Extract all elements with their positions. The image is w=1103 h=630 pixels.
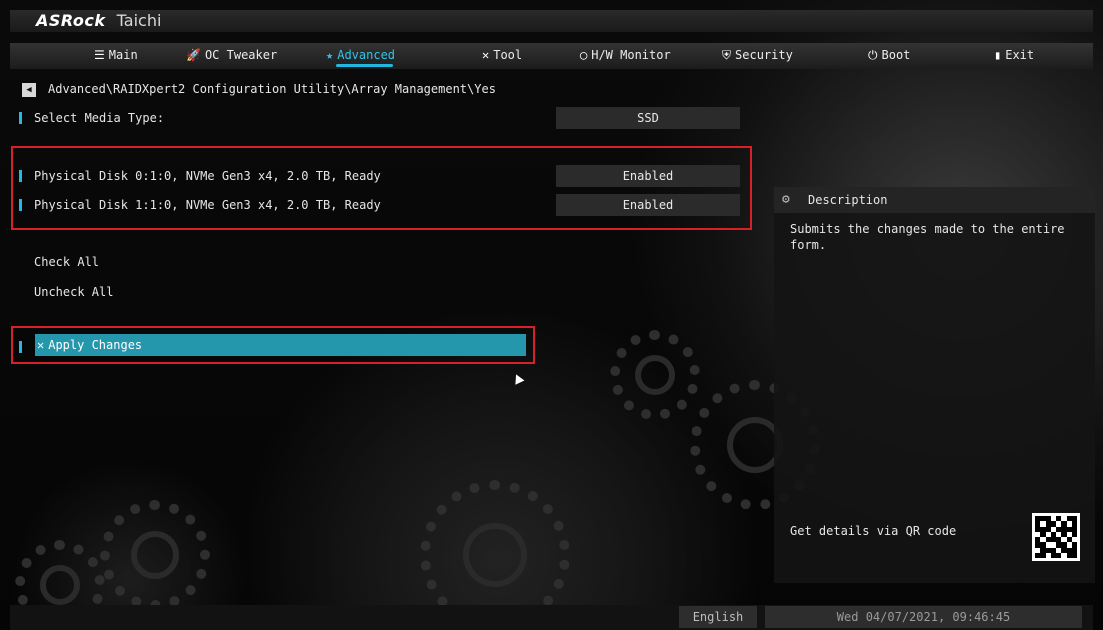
gear-decoration	[100, 500, 210, 610]
disk-highlight-box	[11, 146, 752, 230]
gear-icon: ⚙	[782, 192, 790, 207]
tab-label: OC Tweaker	[204, 48, 278, 62]
tab-advanced[interactable]: ★ Advanced	[326, 43, 395, 69]
exit-icon: ▮	[994, 48, 1002, 62]
check-all-item[interactable]: Check All	[34, 253, 99, 271]
tab-label: H/W Monitor	[591, 48, 671, 62]
tab-tool[interactable]: ✕ Tool	[482, 43, 522, 69]
date-time-display: Wed 04/07/2021, 09:46:45	[765, 606, 1082, 628]
media-type-value[interactable]: SSD	[556, 107, 740, 129]
qr-code-icon[interactable]	[1032, 513, 1080, 561]
tab-hw-monitor[interactable]: ◯ H/W Monitor	[580, 43, 671, 69]
apply-changes-label: Apply Changes	[48, 338, 143, 352]
tools-icon: ✕	[482, 48, 490, 62]
language-button[interactable]: English	[679, 606, 757, 628]
tab-exit[interactable]: ▮ Exit	[994, 43, 1034, 69]
description-panel: ⚙ Description Submits the changes made t…	[774, 187, 1095, 583]
tab-oc-tweaker[interactable]: 🚀 OC Tweaker	[186, 43, 277, 69]
active-tab-underline	[336, 64, 394, 67]
power-icon: ⏻	[868, 48, 878, 62]
tab-label: Exit	[1005, 48, 1035, 62]
tab-label: Boot	[881, 48, 911, 62]
tab-label: Main	[108, 48, 138, 62]
tab-label: Security	[735, 48, 793, 62]
tab-label: Advanced	[337, 48, 396, 62]
gear-decoration	[610, 330, 700, 420]
back-arrow-icon[interactable]: ◀	[22, 82, 36, 97]
disk-0-label: Physical Disk 0:1:0, NVMe Gen3 x4, 2.0 T…	[34, 169, 381, 183]
breadcrumb: ◀ Advanced\RAIDXpert2 Configuration Utili…	[22, 80, 496, 98]
tab-main[interactable]: ☰ Main	[94, 43, 138, 69]
brand-bar: ASRock Taichi	[10, 10, 1093, 32]
row-marker	[19, 112, 22, 124]
disk-1-label: Physical Disk 1:1:0, NVMe Gen3 x4, 2.0 T…	[34, 198, 381, 212]
breadcrumb-path: Advanced\RAIDXpert2 Configuration Utilit…	[48, 82, 496, 96]
rocket-icon: 🚀	[186, 48, 201, 62]
tab-bar: ☰ Main 🚀 OC Tweaker ★ Advanced ✕ Tool ◯ H/W M…	[10, 43, 1093, 69]
tab-security[interactable]: ⛨ Security	[722, 43, 793, 69]
list-icon: ☰	[94, 48, 105, 62]
description-title: Description	[808, 193, 888, 207]
row-marker	[19, 199, 22, 211]
brand-logo: ASRock Taichi	[36, 10, 161, 32]
uncheck-all-item[interactable]: Uncheck All	[34, 283, 113, 301]
monitor-icon: ◯	[580, 48, 588, 62]
disk-1-value[interactable]: Enabled	[556, 194, 740, 216]
brand-name: ASRock	[36, 11, 106, 30]
shield-icon: ⛨	[722, 48, 732, 62]
row-marker	[19, 341, 22, 353]
tab-label: Tool	[493, 48, 523, 62]
brand-model: Taichi	[116, 11, 162, 30]
tab-boot[interactable]: ⏻ Boot	[868, 43, 910, 69]
description-header: ⚙ Description	[774, 187, 1095, 213]
disk-0-value[interactable]: Enabled	[556, 165, 740, 187]
star-icon: ★	[326, 48, 334, 62]
row-marker	[19, 170, 22, 182]
media-type-label: Select Media Type:	[34, 111, 165, 125]
apply-changes-item[interactable]: ✕ Apply Changes	[35, 334, 526, 356]
qr-label: Get details via QR code	[790, 524, 957, 538]
description-text: Submits the changes made to the entire f…	[790, 222, 1065, 252]
tools-icon: ✕	[37, 338, 45, 352]
